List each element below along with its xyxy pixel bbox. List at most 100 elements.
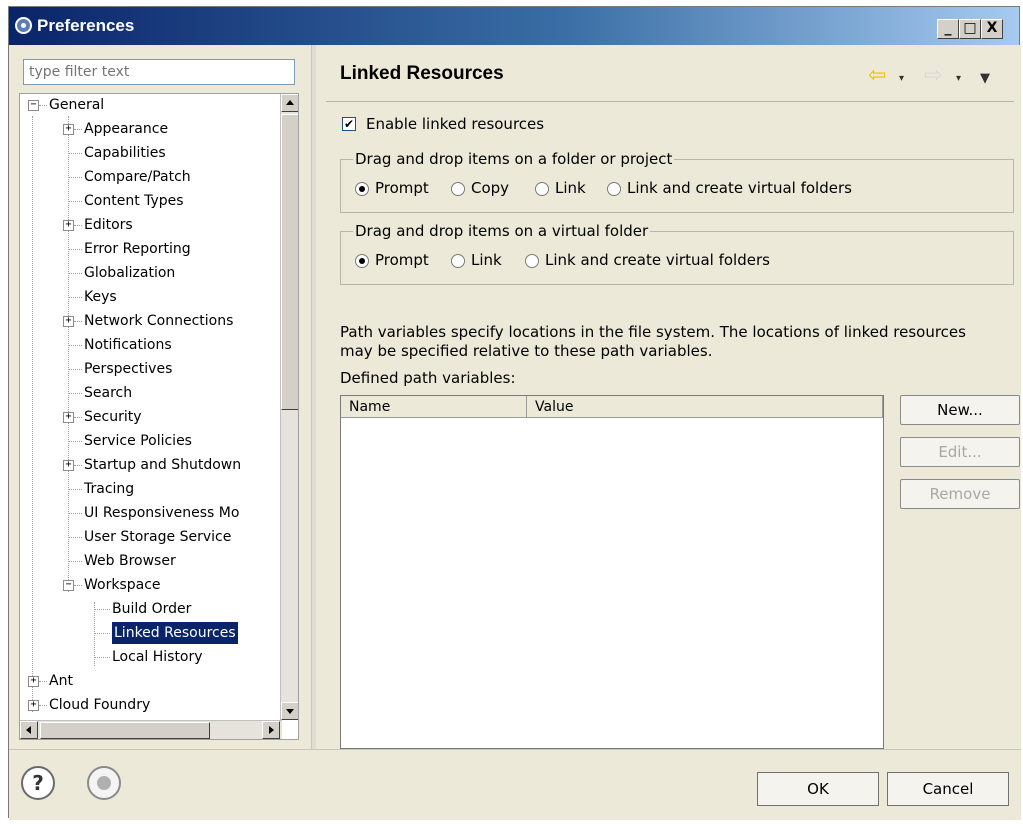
tree-item-content-types[interactable]: Content Types [84, 190, 184, 212]
radio-folder-virtual[interactable] [607, 182, 621, 196]
tree-item-capabilities[interactable]: Capabilities [84, 142, 166, 164]
tree-vertical-scrollbar[interactable] [280, 94, 298, 720]
virtual-folder-drop-group: Drag and drop items on a virtual folder … [340, 222, 1014, 285]
preferences-window: Preferences _ □ X − General + Appearance… [8, 6, 1021, 820]
expand-icon[interactable]: + [63, 412, 74, 423]
tree-connector [68, 561, 82, 562]
tree-item-notifications[interactable]: Notifications [84, 334, 172, 356]
preferences-navigation: − General + Appearance Capabilities Comp… [9, 45, 311, 749]
tree-connector [68, 201, 82, 202]
tree-connector [39, 681, 47, 682]
tree-connector [68, 369, 82, 370]
scroll-thumb[interactable] [281, 114, 298, 410]
close-button[interactable]: X [981, 19, 1003, 39]
new-button[interactable]: New... [900, 395, 1020, 425]
dialog-button-bar: ? OK Cancel [9, 749, 1021, 820]
radio-virtual-link-label[interactable]: Link [471, 251, 502, 269]
tree-item-tracing[interactable]: Tracing [84, 478, 134, 500]
radio-folder-copy-label[interactable]: Copy [471, 179, 509, 197]
expand-icon[interactable]: + [28, 676, 39, 687]
radio-folder-prompt-label[interactable]: Prompt [375, 179, 429, 197]
collapse-icon[interactable]: − [28, 100, 39, 111]
view-menu-icon[interactable]: ▼ [980, 71, 990, 86]
tree-item-search[interactable]: Search [84, 382, 132, 404]
tree-item-keys[interactable]: Keys [84, 286, 117, 308]
forward-dropdown-icon[interactable]: ▾ [956, 73, 961, 84]
tree-connector [68, 153, 82, 154]
ok-button[interactable]: OK [757, 772, 879, 806]
help-icon[interactable]: ? [21, 766, 55, 800]
title-bar[interactable]: Preferences _ □ X [9, 7, 1019, 45]
radio-folder-link[interactable] [535, 182, 549, 196]
radio-folder-prompt[interactable] [355, 182, 369, 196]
tree-item-general[interactable]: General [49, 94, 104, 116]
tree-item-build-order[interactable]: Build Order [112, 598, 191, 620]
import-export-icon[interactable] [87, 766, 121, 800]
radio-folder-link-label[interactable]: Link [555, 179, 586, 197]
maximize-button[interactable]: □ [959, 19, 981, 39]
tree-item-service-policies[interactable]: Service Policies [84, 430, 192, 452]
expand-icon[interactable]: + [63, 316, 74, 327]
edit-button[interactable]: Edit... [900, 437, 1020, 467]
radio-virtual-prompt[interactable] [355, 254, 369, 268]
tree-horizontal-scrollbar[interactable] [20, 720, 282, 739]
back-arrow-icon[interactable]: ⇦ [868, 63, 886, 88]
tree-item-ui-responsiveness[interactable]: UI Responsiveness Mo [84, 502, 239, 524]
tree-item-ant[interactable]: Ant [49, 670, 73, 692]
preference-page: Linked Resources ⇦ ▾ ⇨ ▾ ▼ ✔ Enable link… [316, 45, 1021, 749]
radio-folder-copy[interactable] [451, 182, 465, 196]
tree-connector [74, 465, 82, 466]
expand-icon[interactable]: + [63, 220, 74, 231]
tree-item-cloud-foundry[interactable]: Cloud Foundry [49, 694, 150, 716]
scroll-down-button[interactable] [281, 702, 298, 720]
tree-connector [39, 105, 47, 106]
tree-item-linked-resources[interactable]: Linked Resources [112, 622, 238, 644]
scroll-up-button[interactable] [281, 94, 298, 112]
tree-item-editors[interactable]: Editors [84, 214, 133, 236]
tree-item-network-connections[interactable]: Network Connections [84, 310, 233, 332]
horizontal-scroll-thumb[interactable] [40, 722, 210, 739]
expand-icon[interactable]: + [63, 460, 74, 471]
tree-connector [68, 537, 82, 538]
remove-button[interactable]: Remove [900, 479, 1020, 509]
tree-connector [94, 657, 110, 658]
tree-item-perspectives[interactable]: Perspectives [84, 358, 172, 380]
tree-item-user-storage[interactable]: User Storage Service [84, 526, 231, 548]
arrow-right-icon [269, 726, 274, 734]
tree-connector [74, 129, 82, 130]
tree-item-appearance[interactable]: Appearance [84, 118, 168, 140]
tree-connector [74, 225, 82, 226]
back-dropdown-icon[interactable]: ▾ [899, 73, 904, 84]
tree-item-startup-shutdown[interactable]: Startup and Shutdown [84, 454, 241, 476]
column-header-name[interactable]: Name [341, 396, 527, 418]
tree-item-workspace[interactable]: Workspace [84, 574, 161, 596]
expand-icon[interactable]: + [28, 700, 39, 711]
scroll-right-button[interactable] [262, 721, 280, 739]
expand-icon[interactable]: + [63, 124, 74, 135]
path-variables-table[interactable]: Name Value [340, 395, 884, 749]
header-separator [326, 101, 1014, 102]
tree-item-web-browser[interactable]: Web Browser [84, 550, 176, 572]
column-header-value[interactable]: Value [527, 396, 883, 418]
filter-input[interactable] [23, 59, 295, 85]
tree-connector [68, 249, 82, 250]
radio-virtual-virtual-label[interactable]: Link and create virtual folders [545, 251, 770, 269]
cancel-button[interactable]: Cancel [887, 772, 1009, 806]
radio-virtual-link[interactable] [451, 254, 465, 268]
radio-folder-virtual-label[interactable]: Link and create virtual folders [627, 179, 852, 197]
collapse-icon[interactable]: − [63, 580, 74, 591]
eclipse-icon [15, 17, 32, 34]
tree-item-error-reporting[interactable]: Error Reporting [84, 238, 191, 260]
tree-item-security[interactable]: Security [84, 406, 142, 428]
tree-connector [68, 489, 82, 490]
scroll-left-button[interactable] [20, 721, 38, 739]
radio-virtual-prompt-label[interactable]: Prompt [375, 251, 429, 269]
minimize-button[interactable]: _ [937, 19, 959, 39]
forward-arrow-icon[interactable]: ⇨ [924, 63, 942, 88]
radio-virtual-virtual[interactable] [525, 254, 539, 268]
tree-item-local-history[interactable]: Local History [112, 646, 203, 668]
tree-item-compare-patch[interactable]: Compare/Patch [84, 166, 191, 188]
enable-linked-resources-label[interactable]: Enable linked resources [366, 115, 544, 133]
enable-linked-resources-checkbox[interactable]: ✔ [342, 117, 356, 131]
tree-item-globalization[interactable]: Globalization [84, 262, 175, 284]
